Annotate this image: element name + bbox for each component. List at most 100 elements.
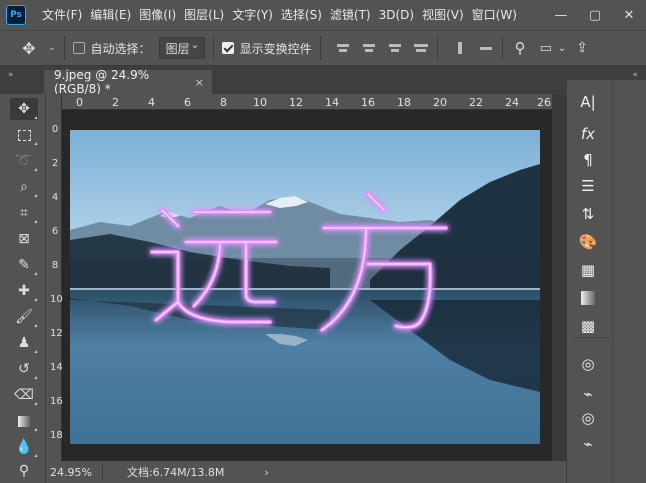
align-hcenter-icon[interactable] (361, 40, 377, 56)
distribute-icon-group (452, 40, 494, 56)
menu-file[interactable]: 文件(F) (38, 0, 86, 30)
frame-tool-icon[interactable]: ⊠ (10, 228, 38, 250)
document-size: 文档:6.74M/13.8M (126, 466, 225, 479)
menu-view[interactable]: 视图(V) (418, 0, 468, 30)
quick-select-tool-icon[interactable]: ⌕ (10, 176, 38, 198)
divider (63, 36, 65, 60)
blur-tool-icon[interactable]: 💧 (10, 436, 38, 458)
panel-icon-dock: A| fx ¶ ☰ ⇅ 🎨 ▦ ▩ ◎ ⌁ ◎ ⌁ (566, 80, 612, 483)
menu-filter[interactable]: 滤镜(T) (326, 0, 375, 30)
paths-icon[interactable]: ⌁ (577, 384, 599, 404)
collapse-toolbar-icon[interactable]: » (8, 70, 14, 80)
ruler-tick: 16 (50, 396, 63, 407)
ruler-tick: 6 (51, 226, 59, 237)
clone-stamp-tool-icon[interactable]: ♟ (10, 332, 38, 354)
panel-strip (612, 80, 646, 483)
landscape-photo (70, 130, 540, 444)
menu-window[interactable]: 窗口(W) (468, 0, 521, 30)
ruler-tick: 14 (325, 96, 339, 109)
distribute-top-icon[interactable] (452, 40, 468, 56)
ruler-tick: 14 (50, 362, 63, 373)
divider (501, 36, 503, 60)
photoshop-logo: Ps (6, 5, 26, 25)
ruler-tick: 2 (51, 158, 59, 169)
align-icon-group (335, 40, 429, 56)
move-tool-icon[interactable]: ✥ (16, 39, 42, 58)
channels-icon-2[interactable]: ◎ (577, 408, 599, 428)
gradient-tool-icon[interactable] (10, 410, 38, 432)
search-icon[interactable]: ⚲ (515, 39, 526, 57)
auto-select-checkbox[interactable] (72, 42, 85, 54)
vertical-ruler: 0 2 4 6 8 10 12 14 16 18 (46, 94, 63, 461)
document-tab[interactable]: 9.jpeg @ 24.9%(RGB/8) * × (44, 68, 212, 96)
crop-tool-icon[interactable]: ⌗ (10, 202, 38, 224)
menu-select[interactable]: 选择(S) (277, 0, 326, 30)
ruler-tick: 18 (397, 96, 411, 109)
close-tab-icon[interactable]: × (195, 76, 204, 89)
divider (212, 36, 214, 60)
align-top-icon[interactable] (413, 40, 429, 56)
zoom-level[interactable]: 24.95% (50, 466, 92, 479)
paragraph-icon[interactable]: ¶ (577, 150, 599, 170)
ruler-tick: 4 (148, 96, 155, 109)
document-image[interactable] (70, 130, 540, 444)
libraries-icon[interactable]: ⇅ (577, 204, 599, 224)
menu-type[interactable]: 文字(Y) (228, 0, 277, 30)
ruler-tick: 16 (361, 96, 375, 109)
align-right-icon[interactable] (387, 40, 403, 56)
grid-icon[interactable]: ▦ (577, 260, 599, 280)
align-left-icon[interactable] (335, 40, 351, 56)
menu-layer[interactable]: 图层(L) (180, 0, 228, 30)
ruler-tick: 8 (220, 96, 227, 109)
show-transform-checkbox[interactable] (221, 42, 234, 54)
ruler-tick: 26 (537, 96, 551, 109)
adjustments-icon[interactable]: ☰ (577, 176, 599, 196)
vertical-scrollbar[interactable] (552, 94, 566, 461)
menu-edit[interactable]: 编辑(E) (86, 0, 135, 30)
ruler-tick: 8 (51, 260, 59, 271)
close-button[interactable]: ✕ (612, 0, 646, 30)
workspace-chevron-icon[interactable]: ⌄ (558, 43, 566, 54)
menu-3d[interactable]: 3D(D) (375, 0, 418, 30)
eraser-tool-icon[interactable]: ⌫ (10, 384, 38, 406)
show-transform-label: 显示变换控件 (239, 41, 312, 56)
status-menu-arrow-icon[interactable]: › (264, 466, 268, 479)
gradient-panel-icon[interactable] (577, 288, 599, 308)
auto-select-target-value: 图层 (165, 41, 190, 56)
character-panel-icon[interactable]: A| (577, 92, 599, 112)
collapse-panels-icon[interactable]: « (632, 70, 638, 80)
divider (436, 36, 438, 60)
options-bar: ✥ ⌄ 自动选择： 图层 显示变换控件 ⚲ ▭ ⌄ ⇪ (0, 30, 646, 66)
lasso-tool-icon[interactable]: ➰ (10, 150, 38, 172)
auto-select-target-dropdown[interactable]: 图层 (158, 37, 205, 59)
history-brush-tool-icon[interactable]: ↺ (10, 358, 38, 380)
swatches-palette-icon[interactable]: 🎨 (577, 232, 599, 252)
ruler-tick: 4 (51, 192, 59, 203)
tool-preset-chevron-icon[interactable]: ⌄ (48, 43, 56, 53)
minimize-button[interactable]: — (544, 0, 578, 30)
channels-icon[interactable]: ◎ (577, 354, 599, 374)
ruler-tick: 2 (112, 96, 119, 109)
workspace-icon[interactable]: ▭ (540, 41, 552, 56)
styles-fx-icon[interactable]: fx (577, 124, 599, 144)
menu-bar: Ps 文件(F) 编辑(E) 图像(I) 图层(L) 文字(Y) 选择(S) 滤… (0, 0, 646, 30)
brush-tool-icon[interactable]: 🖌 (10, 306, 38, 328)
divider (319, 36, 321, 60)
patterns-icon[interactable]: ▩ (577, 316, 599, 336)
ruler-tick: 0 (51, 124, 59, 135)
healing-brush-tool-icon[interactable]: ✚ (10, 280, 38, 302)
move-tool-icon[interactable]: ✥ (10, 98, 38, 120)
share-icon[interactable]: ⇪ (576, 40, 588, 56)
dodge-tool-icon[interactable]: ⚲ (10, 460, 38, 482)
maximize-button[interactable]: ▢ (578, 0, 612, 30)
menu-image[interactable]: 图像(I) (135, 0, 180, 30)
distribute-vcenter-icon[interactable] (478, 40, 494, 56)
ruler-tick: 10 (253, 96, 267, 109)
marquee-tool-icon[interactable] (10, 124, 38, 146)
ruler-tick: 12 (50, 328, 63, 339)
eyedropper-tool-icon[interactable]: ✎ (10, 254, 38, 276)
paths-icon-2[interactable]: ⌁ (577, 434, 599, 454)
document-tab-title: 9.jpeg @ 24.9%(RGB/8) * (54, 68, 150, 96)
status-bar: 24.95% 文档:6.74M/13.8M › (46, 461, 552, 483)
divider (573, 337, 609, 338)
